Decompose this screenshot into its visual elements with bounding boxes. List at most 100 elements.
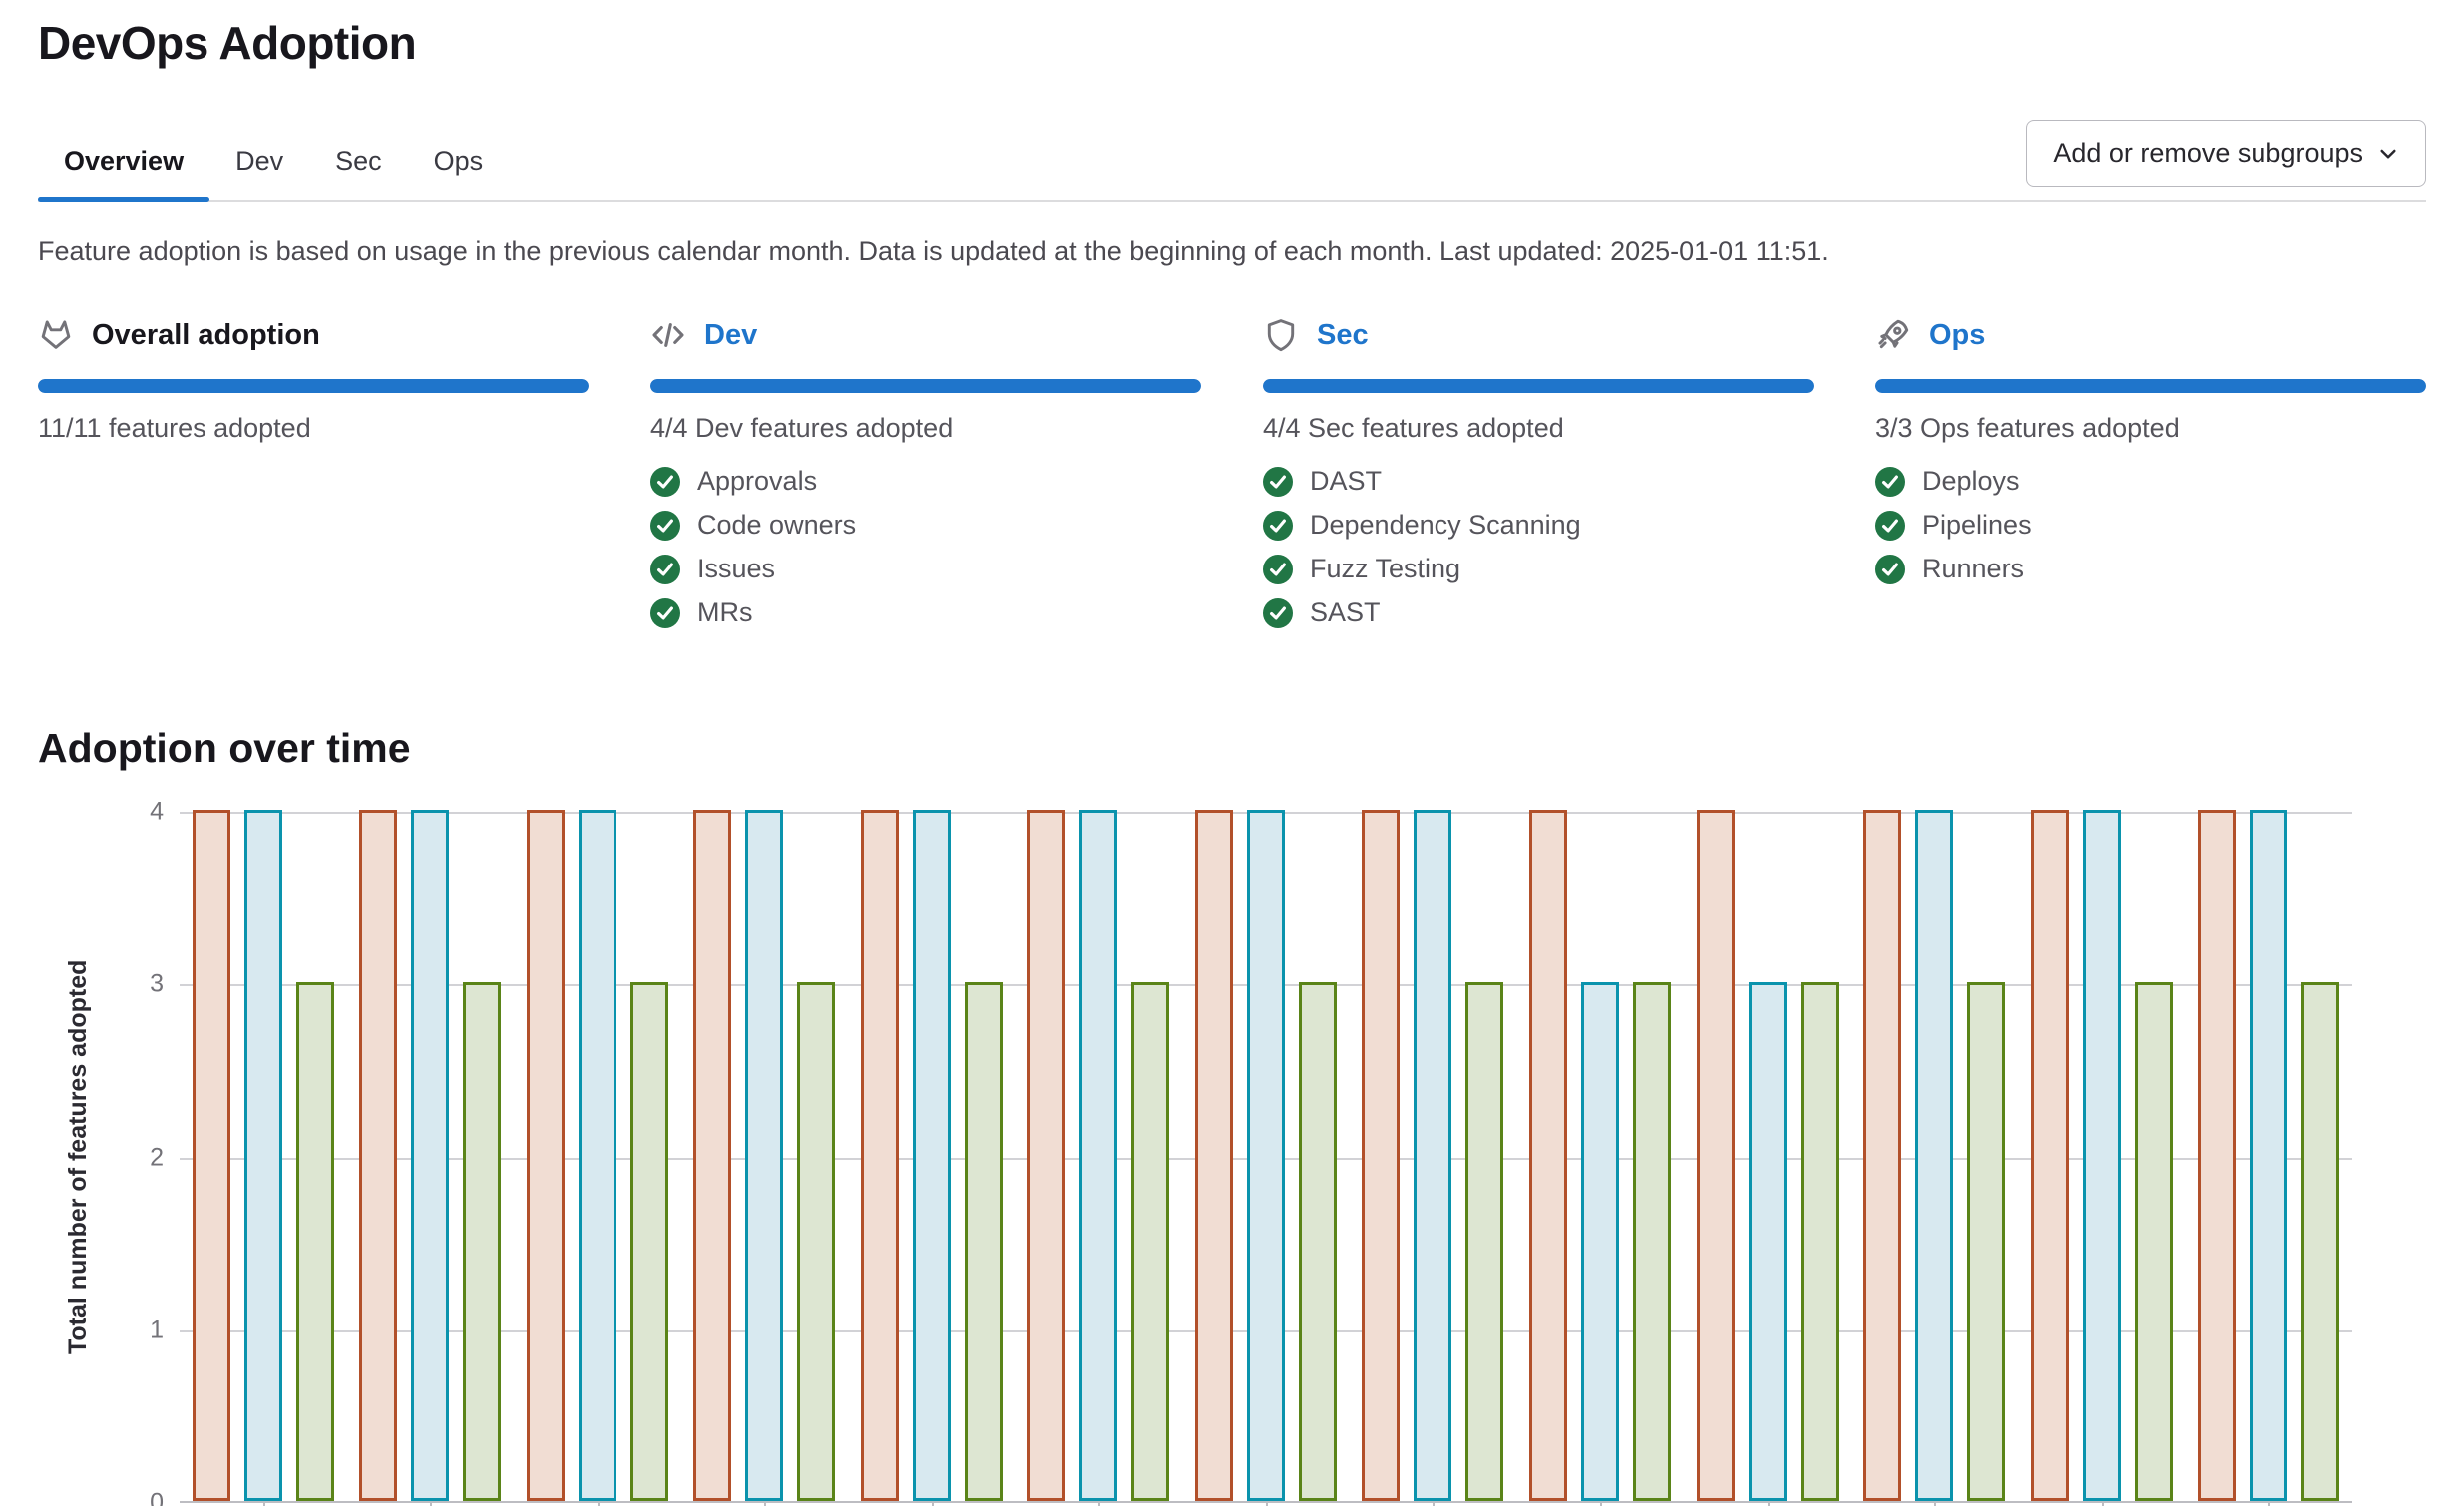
feature-item-mrs: MRs: [650, 597, 1201, 628]
feature-label: Code owners: [697, 510, 856, 541]
chart-bar-dev-june: [1027, 810, 1065, 1501]
adoption-card-dev: Dev 4/4 Dev features adopted Approvals Code…: [650, 317, 1201, 641]
tab-dev[interactable]: Dev: [209, 146, 309, 200]
chart-bar-sec-december: [2083, 810, 2121, 1501]
feature-item-sast: SAST: [1263, 597, 1814, 628]
chart-bar-dev-december: [2031, 810, 2069, 1501]
chart-bar-ops-may: [965, 982, 1003, 1501]
feature-item-pipelines: Pipelines: [1875, 510, 2426, 541]
feature-item-deploys: Deploys: [1875, 466, 2426, 497]
chart-bar-sec-june: [1079, 810, 1117, 1501]
feature-label: DAST: [1310, 466, 1382, 497]
feature-list: Deploys Pipelines Runners: [1875, 466, 2426, 584]
bar-group-february: [347, 812, 515, 1501]
chart-bar-sec-november: [1915, 810, 1953, 1501]
check-circle-icon: [650, 598, 680, 628]
adoption-summary: 4/4 Sec features adopted: [1263, 413, 1814, 444]
chart-bar-dev-january: [2198, 810, 2236, 1501]
check-circle-icon: [1263, 467, 1293, 497]
check-circle-icon: [1263, 555, 1293, 584]
y-tick-4: 4: [150, 798, 164, 827]
add-or-remove-subgroups-button[interactable]: Add or remove subgroups: [2026, 120, 2426, 187]
feature-item-dast: DAST: [1263, 466, 1814, 497]
chart-bar-sec-august: [1414, 810, 1451, 1501]
y-axis-title: Total number of features adopted: [64, 812, 93, 1503]
chart-bar-sec-february: [411, 810, 449, 1501]
chart-bar-dev-july: [1195, 810, 1233, 1501]
bar-group-november: [1850, 812, 2018, 1501]
tabs-row: OverviewDevSecOps Add or remove subgroup…: [38, 120, 2426, 202]
tab-ops[interactable]: Ops: [408, 146, 510, 200]
feature-item-issues: Issues: [650, 554, 1201, 584]
feature-label: Fuzz Testing: [1310, 554, 1460, 584]
adoption-progress-bar: [1263, 379, 1814, 393]
chart-bar-ops-april: [797, 982, 835, 1501]
feature-adoption-info-text: Feature adoption is based on usage in th…: [38, 236, 2426, 267]
code-icon: [650, 317, 686, 353]
chevron-down-icon: [2377, 143, 2399, 165]
chart-bar-ops-october: [1801, 982, 1839, 1501]
chart-bar-dev-february: [359, 810, 397, 1501]
chart-bar-sec-july: [1247, 810, 1285, 1501]
feature-item-dependency-scanning: Dependency Scanning: [1263, 510, 1814, 541]
feature-label: Runners: [1922, 554, 2024, 584]
bar-group-august: [1350, 812, 1517, 1501]
chart-bar-sec-april: [745, 810, 783, 1501]
check-circle-icon: [650, 467, 680, 497]
feature-item-code-owners: Code owners: [650, 510, 1201, 541]
adoption-card-overall-adoption: Overall adoption11/11 features adopted: [38, 317, 589, 641]
y-tick-1: 1: [150, 1316, 164, 1344]
chart-bar-sec-january: [2250, 810, 2287, 1501]
chart-bar-ops-august: [1465, 982, 1503, 1501]
adoption-summary: 11/11 features adopted: [38, 413, 589, 444]
feature-list: DAST Dependency Scanning Fuzz Testing SAST: [1263, 466, 1814, 628]
chart-bar-sec-october: [1749, 982, 1787, 1501]
chart-bar-sec-january: [244, 810, 282, 1501]
feature-label: Dependency Scanning: [1310, 510, 1581, 541]
shield-icon: [1263, 317, 1299, 353]
chart-bar-dev-august: [1362, 810, 1400, 1501]
card-title-dev[interactable]: Dev: [704, 319, 757, 352]
chart-bar-ops-june: [1131, 982, 1169, 1501]
adoption-over-time-heading: Adoption over time: [38, 725, 2426, 772]
adoption-progress-bar: [650, 379, 1201, 393]
chart-bar-ops-february: [463, 982, 501, 1501]
y-tick-3: 3: [150, 970, 164, 999]
tab-sec[interactable]: Sec: [309, 146, 408, 200]
card-title-ops[interactable]: Ops: [1929, 319, 1985, 352]
chart-bar-dev-october: [1697, 810, 1735, 1501]
feature-label: Deploys: [1922, 466, 2020, 497]
chart-bar-dev-january: [193, 810, 230, 1501]
bar-group-july: [1182, 812, 1350, 1501]
add-or-remove-subgroups-label: Add or remove subgroups: [2053, 138, 2363, 169]
tabs-nav: OverviewDevSecOps: [38, 146, 509, 200]
feature-label: Approvals: [697, 466, 817, 497]
bar-group-september: [1516, 812, 1684, 1501]
bar-group-june: [1016, 812, 1183, 1501]
devops-adoption-page: DevOps Adoption OverviewDevSecOps Add or…: [0, 0, 2464, 1506]
chart-bar-sec-september: [1581, 982, 1619, 1501]
bar-group-may: [848, 812, 1016, 1501]
chart-bar-ops-january: [2301, 982, 2339, 1501]
chart-bar-ops-july: [1299, 982, 1337, 1501]
adoption-progress-bar: [38, 379, 589, 393]
chart-bar-dev-march: [527, 810, 565, 1501]
y-tick-2: 2: [150, 1143, 164, 1172]
tanuki-icon: [38, 317, 74, 353]
adoption-summary: 4/4 Dev features adopted: [650, 413, 1201, 444]
feature-label: MRs: [697, 597, 753, 628]
chart-bar-dev-may: [861, 810, 899, 1501]
check-circle-icon: [1875, 511, 1905, 541]
plot-area: [180, 812, 2352, 1503]
feature-list: Approvals Code owners Issues MRs: [650, 466, 1201, 628]
tab-overview[interactable]: Overview: [38, 146, 209, 200]
feature-label: Issues: [697, 554, 775, 584]
chart-bar-ops-march: [630, 982, 668, 1501]
chart-bar-ops-december: [2135, 982, 2173, 1501]
check-circle-icon: [1875, 467, 1905, 497]
page-title: DevOps Adoption: [38, 0, 2426, 70]
card-title-sec[interactable]: Sec: [1317, 319, 1369, 352]
check-circle-icon: [650, 555, 680, 584]
chart-bar-ops-september: [1633, 982, 1671, 1501]
bar-group-april: [681, 812, 849, 1501]
